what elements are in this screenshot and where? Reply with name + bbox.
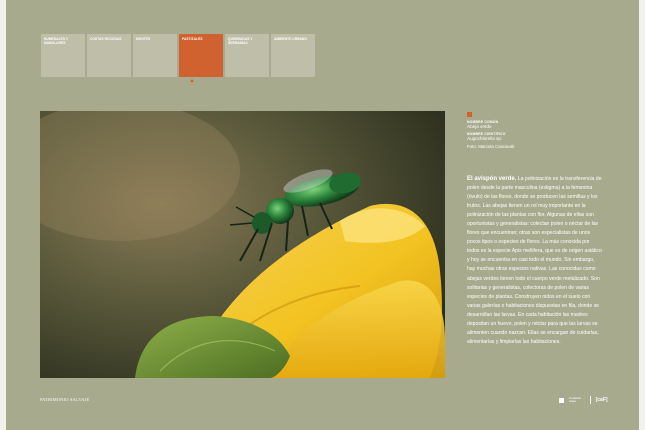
caf-logo: [caF] <box>595 397 608 403</box>
description: El avispón verde. La polinización es la … <box>467 175 603 347</box>
bee-on-flower-image <box>40 111 445 378</box>
tab-urbano[interactable]: Ambiente urbano <box>271 34 315 77</box>
photo-credit: Foto: Marcela Casciaotti <box>467 144 515 149</box>
tab-pastizales[interactable]: Pastizales <box>179 34 223 77</box>
scientific-name: Augochlorella sp. <box>467 136 503 141</box>
foundation-logo-text: Fundación Azara <box>569 397 582 403</box>
accent-square-icon <box>467 112 472 117</box>
tab-quebradas[interactable]: Quebradas y serranías <box>225 34 269 77</box>
page-panel: Humedales y manglares Costas rocosas Mon… <box>6 0 639 430</box>
tab-montes[interactable]: Montes <box>133 34 177 77</box>
footer-title: Patrimonio salvaje <box>40 397 90 402</box>
tab-humedales[interactable]: Humedales y manglares <box>41 34 85 77</box>
logo-divider <box>590 396 591 404</box>
common-name: Abeja verde <box>467 124 492 129</box>
active-tab-marker-icon <box>190 79 194 82</box>
foundation-logo-icon <box>559 397 564 403</box>
description-text: La polinización es la transferencia de p… <box>467 176 602 345</box>
footer-logos: Fundación Azara [caF] <box>559 395 608 405</box>
description-lead: El avispón verde. <box>467 176 517 182</box>
tab-costas[interactable]: Costas rocosas <box>87 34 131 77</box>
species-info: Nombre común Abeja verde Nombre científi… <box>467 112 607 150</box>
bee-photo <box>40 111 445 378</box>
